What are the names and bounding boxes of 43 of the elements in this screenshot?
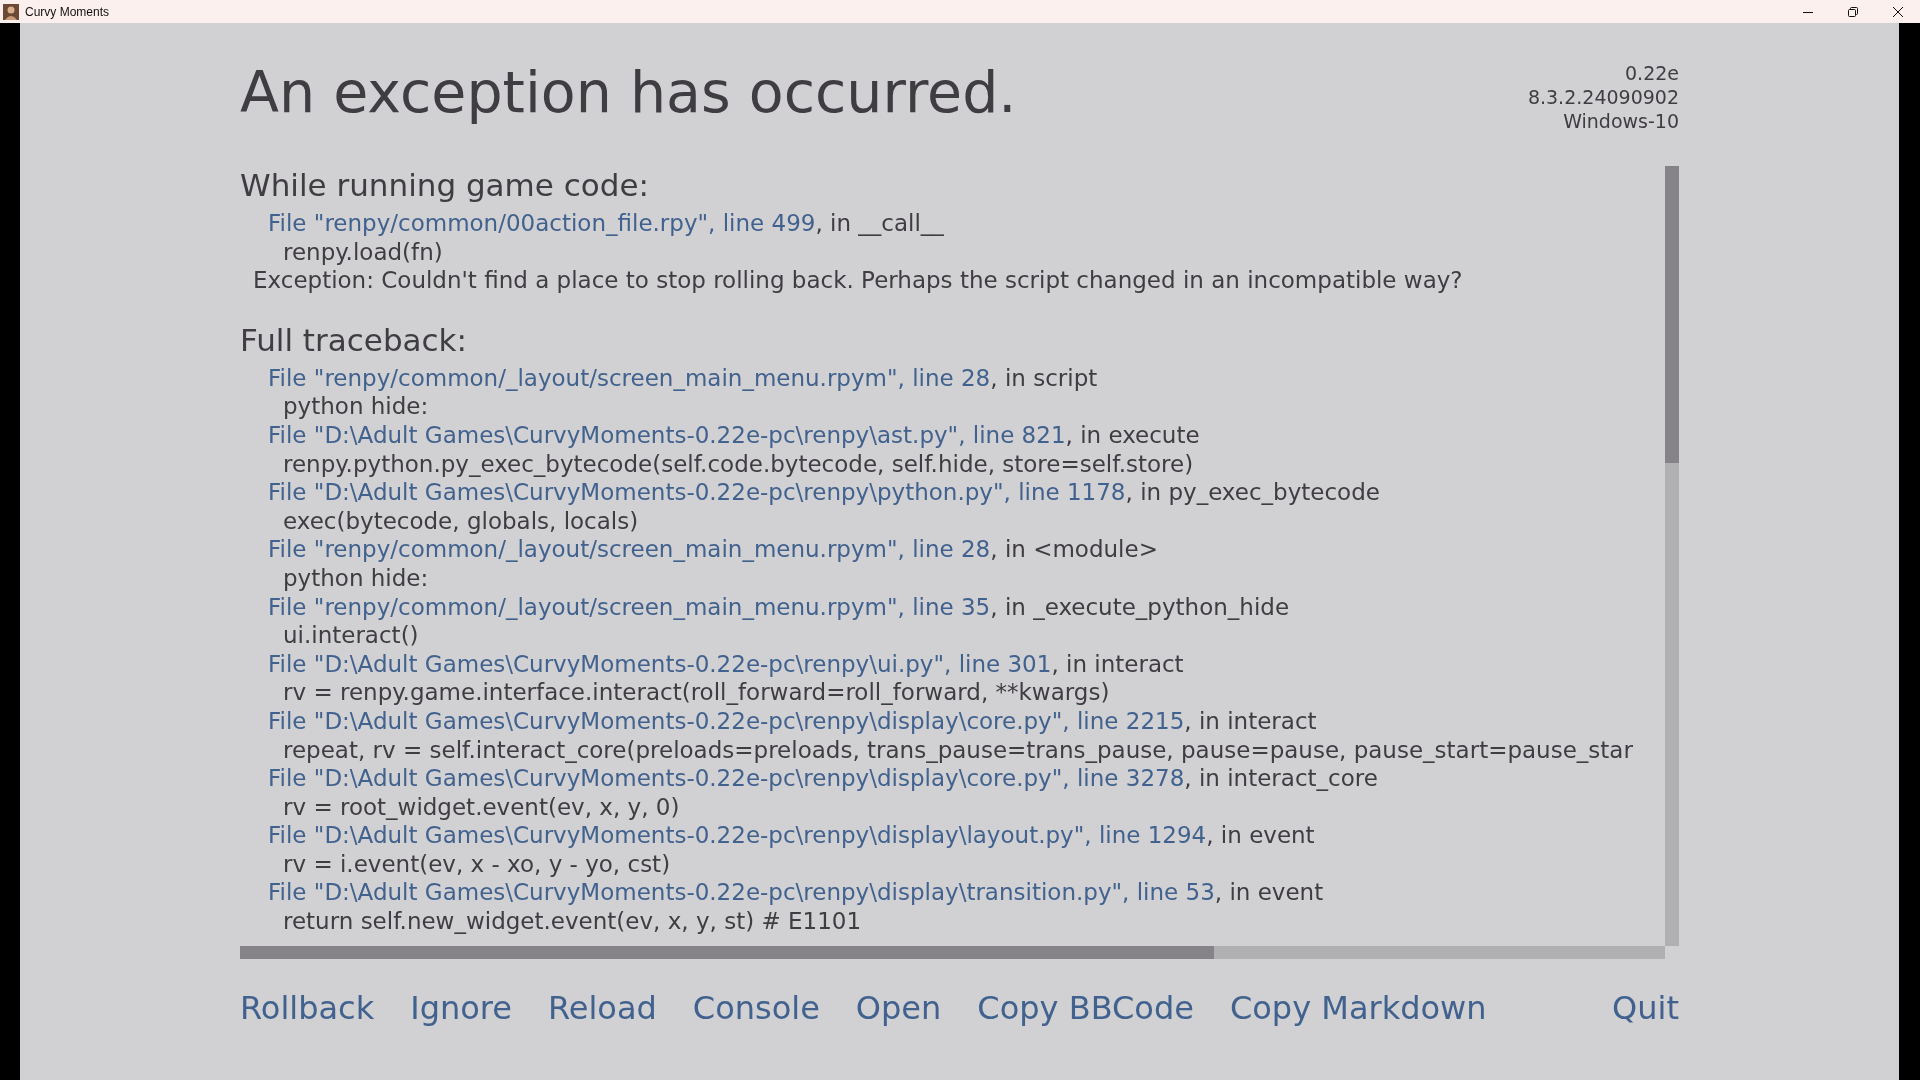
app-icon bbox=[3, 3, 19, 20]
vertical-scrollbar[interactable] bbox=[1665, 166, 1679, 946]
action-button[interactable]: Open bbox=[855, 988, 942, 1028]
traceback-file-line: File "renpy/common/_layout/screen_main_menu.rpym", line 35, in _execute_python_hide bbox=[267, 592, 1291, 622]
traceback-file-line: File "D:\Adult Games\CurvyMoments-0.22e-pc\renpy\ui.py", line 301, in interact bbox=[267, 649, 1185, 679]
traceback-file-line: File "renpy/common/00action_file.rpy", line 499, in __call__ bbox=[267, 209, 945, 238]
horizontal-scrollbar[interactable] bbox=[240, 946, 1665, 959]
traceback-file-line: File "D:\Adult Games\CurvyMoments-0.22e-pc\renpy\python.py", line 1178, in py_exec_bytecode bbox=[267, 478, 1381, 507]
error-heading: An exception has occurred. bbox=[240, 61, 1017, 127]
action-button[interactable]: Console bbox=[692, 988, 820, 1028]
action-button[interactable]: Ignore bbox=[410, 988, 512, 1028]
traceback-file-line: File "D:\Adult Games\CurvyMoments-0.22e-pc\renpy\display\transition.py", line 53, in event bbox=[267, 878, 1325, 908]
action-button[interactable]: Rollback bbox=[240, 988, 375, 1028]
traceback-code-line: exec(bytecode, globals, locals) bbox=[282, 506, 640, 536]
traceback-file-line: File "D:\Adult Games\CurvyMoments-0.22e-pc\renpy\display\core.py", line 3278, in interact_core bbox=[267, 764, 1379, 793]
traceback-code-line: rv = root_widget.event(ev, x, y, 0) bbox=[282, 792, 681, 822]
restore-icon bbox=[1847, 6, 1858, 17]
version-text: 8.3.2.24090902 bbox=[1527, 85, 1679, 109]
action-button[interactable]: Quit bbox=[1612, 988, 1679, 1028]
traceback-code-line: renpy.python.py_exec_bytecode(self.code.bytecode, self.hide, store=self.store) bbox=[282, 449, 1195, 479]
traceback-code-line: rv = renpy.game.interface.interact(roll_forward=roll_forward, **kwargs) bbox=[282, 678, 1111, 707]
traceback-code-line: repeat, rv = self.interact_core(preloads=preloads, trans_pause=trans_pause, pause=pause, pause_start=pause_star bbox=[282, 735, 1634, 765]
action-button[interactable]: Copy Markdown bbox=[1229, 988, 1487, 1028]
traceback-file-line: File "D:\Adult Games\CurvyMoments-0.22e-pc\renpy\ast.py", line 821, in execute bbox=[267, 420, 1201, 450]
version-text: 0.22e bbox=[1625, 61, 1679, 85]
window-title: Curvy Moments bbox=[25, 4, 110, 19]
traceback-file-line: File "renpy/common/_layout/screen_main_menu.rpym", line 28, in <module> bbox=[267, 535, 1159, 564]
exception-message: Exception: Couldn't find a place to stop rolling back. Perhaps the script changed in an incompatible way? bbox=[252, 266, 1464, 295]
traceback-code-line: renpy.load(fn) bbox=[282, 237, 444, 267]
action-button[interactable]: Copy BBCode bbox=[977, 988, 1194, 1028]
traceback-file-line: File "D:\Adult Games\CurvyMoments-0.22e-pc\renpy\display\core.py", line 2215, in interact bbox=[267, 706, 1318, 736]
traceback-code-line: rv = i.event(ev, x - xo, y - yo, cst) bbox=[282, 849, 672, 879]
version-text: Windows-10 bbox=[1563, 109, 1679, 133]
traceback-code-line: ui.interact() bbox=[282, 621, 420, 650]
action-button[interactable]: Reload bbox=[547, 988, 657, 1028]
close-icon bbox=[1892, 6, 1903, 17]
traceback-file-line: File "renpy/common/_layout/screen_main_menu.rpym", line 28, in script bbox=[267, 363, 1099, 393]
section-heading: Full traceback: bbox=[240, 320, 468, 359]
traceback-code-line: python hide: bbox=[282, 563, 430, 593]
traceback-file-line: File "D:\Adult Games\CurvyMoments-0.22e-pc\renpy\display\layout.py", line 1294, in event bbox=[267, 821, 1316, 850]
section-heading: While running game code: bbox=[240, 166, 650, 204]
traceback-code-line: return self.new_widget.event(ev, x, y, st) # E1101 bbox=[282, 907, 863, 936]
traceback-code-line: python hide: bbox=[282, 392, 430, 421]
